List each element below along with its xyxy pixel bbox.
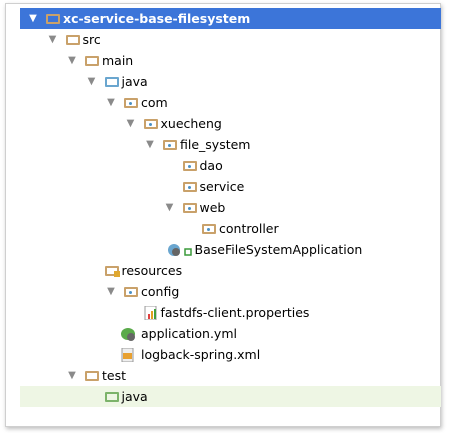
tree-item[interactable]: ▼ file_system	[20, 134, 441, 155]
resources-folder-icon	[104, 266, 120, 277]
tree-item[interactable]: ▼ java	[20, 71, 441, 92]
expand-arrow-icon[interactable]: ▼	[86, 71, 98, 92]
tree-item[interactable]: java	[20, 386, 441, 407]
expand-arrow-icon[interactable]: ▼	[66, 50, 78, 71]
tree-item-label: com	[141, 95, 168, 110]
tree-item[interactable]: controller	[20, 218, 441, 239]
test-folder-icon	[104, 392, 119, 402]
tree-item[interactable]: BaseFileSystemApplication	[20, 239, 441, 260]
expand-arrow-icon[interactable]: ▼	[66, 365, 78, 386]
folder-icon	[85, 56, 99, 66]
tree-item-label: BaseFileSystemApplication	[194, 242, 363, 257]
tree-item[interactable]: ▼ web	[20, 197, 441, 218]
tree-item[interactable]: ▼ com	[20, 92, 441, 113]
expand-arrow-icon[interactable]: ▼	[27, 8, 39, 29]
folder-icon	[85, 371, 99, 381]
package-icon	[163, 140, 177, 150]
package-icon	[124, 287, 138, 297]
tree-item-label: test	[102, 368, 127, 383]
tree-item[interactable]: logback-spring.xml	[20, 344, 441, 365]
tree-item-label: controller	[219, 221, 279, 236]
package-icon	[124, 98, 138, 108]
tree-item[interactable]: ▼ xuecheng	[20, 113, 441, 134]
module-folder-icon	[46, 14, 60, 24]
tree-item-label: file_system	[180, 137, 251, 152]
tree-item-label: java	[121, 389, 148, 404]
tree-item[interactable]: ▼ xc-service-base-filesystem	[20, 8, 441, 29]
tree-item-label: config	[141, 284, 180, 299]
spring-boot-class-icon	[167, 242, 192, 256]
properties-file-icon	[144, 305, 158, 321]
folder-icon	[65, 35, 80, 45]
tree-item-label: service	[199, 179, 245, 194]
tree-item-label: xuecheng	[160, 116, 222, 131]
tree-item-label: resources	[121, 263, 183, 278]
expand-arrow-icon[interactable]: ▼	[144, 134, 156, 155]
tree-item[interactable]: ▼ test	[20, 365, 441, 386]
tree-item-label: web	[199, 200, 226, 215]
tree-item-label: main	[102, 53, 134, 68]
package-icon	[182, 182, 197, 192]
tree-item-label: logback-spring.xml	[141, 347, 261, 362]
expand-arrow-icon[interactable]: ▼	[47, 29, 59, 50]
expand-arrow-icon[interactable]: ▼	[105, 92, 117, 113]
expand-arrow-icon[interactable]: ▼	[105, 281, 117, 302]
source-folder-icon	[104, 77, 119, 87]
tree-item[interactable]: ▼ main	[20, 50, 441, 71]
package-icon	[202, 224, 216, 234]
tree-item[interactable]: fastdfs-client.properties	[20, 302, 441, 323]
tree-item-label: application.yml	[141, 326, 237, 341]
package-icon	[182, 161, 197, 171]
package-icon	[143, 119, 158, 129]
tree-item-label: xc-service-base-filesystem	[63, 11, 251, 26]
expand-arrow-icon[interactable]: ▼	[164, 197, 176, 218]
spring-yml-icon	[121, 326, 135, 341]
tree-item-label: java	[121, 74, 148, 89]
xml-file-icon	[121, 347, 135, 363]
tree-item[interactable]: ▼ config	[20, 281, 441, 302]
tree-item-label: dao	[199, 158, 223, 173]
expand-arrow-icon[interactable]: ▼	[125, 113, 137, 134]
tree-item[interactable]: dao	[20, 155, 441, 176]
tree-item-label: fastdfs-client.properties	[160, 305, 310, 320]
tree-item-label: src	[82, 32, 101, 47]
project-tree: ▼ xc-service-base-filesystem ▼ src ▼ main ▼ jav…	[20, 8, 441, 407]
tree-item[interactable]: ▼ src	[20, 29, 441, 50]
package-icon	[182, 203, 197, 213]
tree-item[interactable]: resources	[20, 260, 441, 281]
tree-item[interactable]: application.yml	[20, 323, 441, 344]
tree-item[interactable]: service	[20, 176, 441, 197]
